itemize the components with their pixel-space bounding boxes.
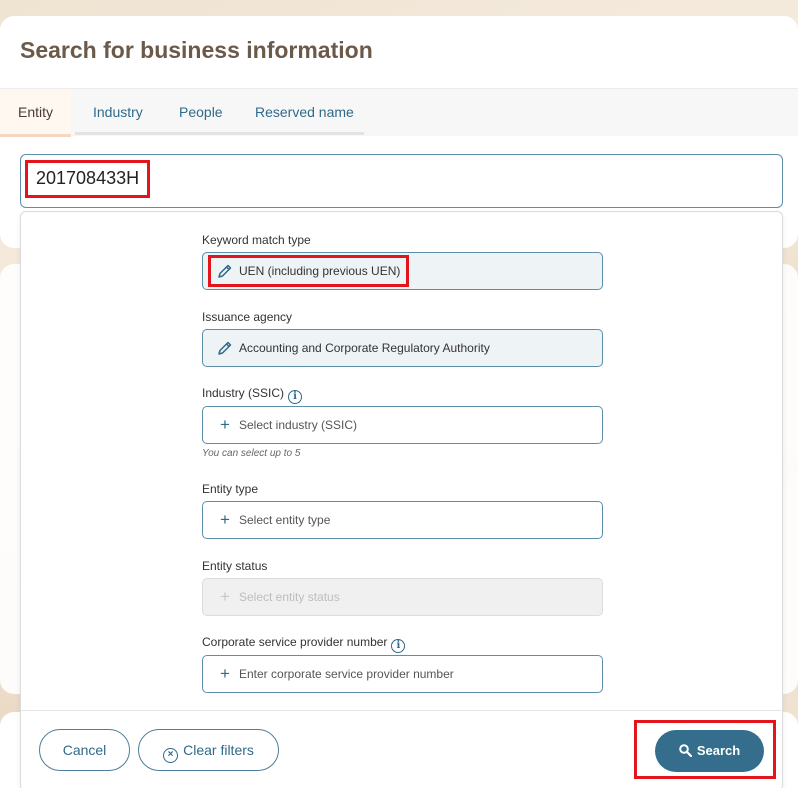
keyword-match-field[interactable]: UEN (including previous UEN) xyxy=(202,252,603,290)
entity-type-label: Entity type xyxy=(202,482,259,496)
industry-placeholder: Select industry (SSIC) xyxy=(239,418,358,432)
tab-entity[interactable]: Entity xyxy=(0,89,72,137)
industry-label-text: Industry (SSIC) xyxy=(202,386,285,400)
plus-icon: + xyxy=(220,415,230,434)
industry-field[interactable]: + Select industry (SSIC) xyxy=(202,406,603,444)
tabs-underline xyxy=(75,132,364,135)
plus-icon: + xyxy=(220,587,230,606)
info-icon[interactable]: i xyxy=(391,639,406,653)
entity-status-label: Entity status xyxy=(202,559,268,573)
industry-label: Industry (SSIC) i xyxy=(202,386,303,404)
keyword-match-value: UEN (including previous UEN) xyxy=(239,264,401,278)
csp-number-field[interactable]: + Enter corporate service provider numbe… xyxy=(202,655,603,693)
issuance-agency-label: Issuance agency xyxy=(202,310,293,324)
csp-number-label-text: Corporate service provider number xyxy=(202,635,388,649)
entity-type-field[interactable]: + Select entity type xyxy=(202,501,603,539)
page-title: Search for business information xyxy=(20,37,373,63)
tab-reserved-name[interactable]: Reserved name xyxy=(237,89,372,137)
keyword-match-label: Keyword match type xyxy=(202,233,311,247)
search-input-value: 201708433H xyxy=(25,160,151,198)
pencil-icon xyxy=(217,263,233,279)
pencil-icon xyxy=(217,340,233,356)
cancel-button[interactable]: Cancel xyxy=(39,729,130,771)
search-tabs: Entity Industry People Reserved name xyxy=(0,88,798,137)
clear-filters-button[interactable]: × Clear filters xyxy=(138,729,279,771)
csp-number-placeholder: Enter corporate service provider number xyxy=(239,667,454,681)
entity-status-field: + Select entity status xyxy=(202,578,603,616)
filters-panel: Keyword match type UEN (including previo… xyxy=(20,211,783,788)
issuance-agency-field[interactable]: Accounting and Corporate Regulatory Auth… xyxy=(202,329,603,367)
search-button[interactable]: Search xyxy=(655,730,764,772)
search-button-highlight: Search xyxy=(634,720,776,779)
csp-number-label: Corporate service provider number i xyxy=(202,635,406,653)
tab-people[interactable]: People xyxy=(161,89,241,137)
clear-icon: × xyxy=(163,748,179,763)
plus-icon: + xyxy=(220,510,230,529)
clear-filters-label: Clear filters xyxy=(183,742,254,758)
info-icon[interactable]: i xyxy=(288,390,303,404)
tab-industry[interactable]: Industry xyxy=(75,89,161,137)
footer-divider xyxy=(21,710,782,711)
issuance-agency-value: Accounting and Corporate Regulatory Auth… xyxy=(239,341,490,355)
industry-hint: You can select up to 5 xyxy=(202,448,301,459)
search-icon xyxy=(679,744,692,758)
entity-status-placeholder: Select entity status xyxy=(239,590,340,604)
entity-type-placeholder: Select entity type xyxy=(239,513,331,527)
search-input[interactable]: 201708433H xyxy=(20,154,783,208)
search-button-label: Search xyxy=(696,743,741,758)
plus-icon: + xyxy=(220,664,230,683)
